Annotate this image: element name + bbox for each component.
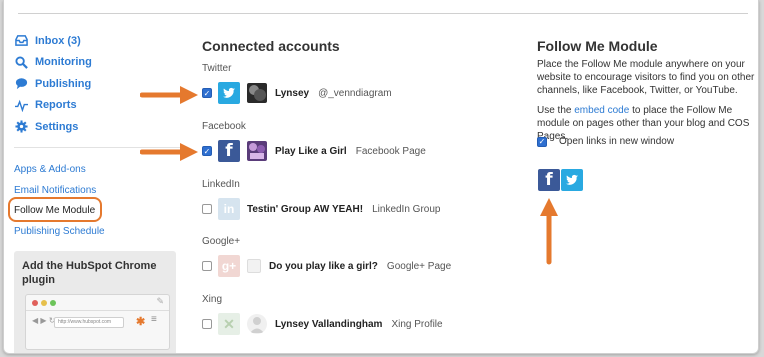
image-placeholder-icon <box>247 259 261 273</box>
account-row-googleplus: g+ Do you play like a girl? Google+ Page <box>202 254 451 278</box>
account-type: LinkedIn Group <box>372 203 441 215</box>
gear-icon <box>14 120 28 134</box>
account-checkbox[interactable]: ✓ <box>202 146 212 156</box>
avatar <box>247 141 267 161</box>
open-new-window-checkbox[interactable]: ✓ <box>537 136 547 147</box>
chrome-card-title: Add the HubSpot Chrome plugin <box>22 260 157 286</box>
minimize-dot <box>41 300 47 306</box>
google-plus-icon: g+ <box>218 255 240 277</box>
account-name: Do you play like a girl? <box>269 260 378 272</box>
twitter-icon <box>218 82 240 104</box>
facebook-icon: f <box>218 140 240 162</box>
account-checkbox[interactable] <box>202 204 212 214</box>
account-checkbox[interactable] <box>202 319 212 329</box>
network-label-facebook: Facebook <box>202 121 246 132</box>
browser-nav-arrows-icon: ◀ ▶ ↻ <box>32 316 56 325</box>
follow-me-description: Place the Follow Me module anywhere on y… <box>537 59 755 96</box>
linkedin-icon: in <box>218 198 240 220</box>
account-name: Play Like a Girl <box>275 145 347 157</box>
nav-item-monitoring[interactable]: Monitoring <box>14 52 92 74</box>
sidebar-nav: Inbox (3) Monitoring Publishing Reports … <box>14 30 92 138</box>
annotation-arrow-right-icon <box>140 143 198 161</box>
follow-me-title: Follow Me Module <box>537 38 658 54</box>
xing-icon: ✕ <box>218 313 240 335</box>
account-row-twitter: ✓ Lynsey @_venndiagram <box>202 81 392 105</box>
highlight-ring <box>8 197 102 222</box>
nav-label: Settings <box>35 120 79 133</box>
chrome-plugin-card[interactable]: Add the HubSpot Chrome plugin ✎ ◀ ▶ ↻ ht… <box>14 251 176 353</box>
inbox-icon <box>14 34 28 48</box>
nav-item-publishing[interactable]: Publishing <box>14 73 92 95</box>
account-type: Facebook Page <box>355 145 426 157</box>
open-new-window-option: ✓ Open links in new window <box>537 136 674 147</box>
network-label-twitter: Twitter <box>202 63 232 74</box>
nav-label: Publishing <box>35 77 92 90</box>
account-type: @_venndiagram <box>318 87 392 99</box>
app-frame: Inbox (3) Monitoring Publishing Reports … <box>3 0 759 354</box>
nav-item-reports[interactable]: Reports <box>14 95 92 117</box>
speech-bubble-icon <box>14 77 28 91</box>
network-label-linkedin: LinkedIn <box>202 179 240 190</box>
menu-icon: ≡ <box>151 314 157 325</box>
hubspot-sprocket-icon: ✱ <box>136 316 146 328</box>
connected-accounts-title: Connected accounts <box>202 38 340 54</box>
link-apps-addons[interactable]: Apps & Add-ons <box>14 163 105 184</box>
avatar <box>247 83 267 103</box>
annotation-arrow-right-icon <box>140 86 198 104</box>
account-type: Xing Profile <box>391 318 443 330</box>
search-icon <box>14 55 28 69</box>
twitter-icon[interactable] <box>561 169 583 191</box>
network-label-googleplus: Google+ <box>202 236 241 247</box>
follow-me-preview: f <box>538 169 584 191</box>
account-row-xing: ✕ Lynsey Vallandingham Xing Profile <box>202 312 443 336</box>
embed-prefix: Use the <box>537 105 575 116</box>
close-dot <box>32 300 38 306</box>
open-new-window-label: Open links in new window <box>559 136 675 147</box>
browser-preview: ✎ ◀ ▶ ↻ http://www.hubspot.com ✱ ≡ <box>25 294 170 350</box>
nav-item-inbox[interactable]: Inbox (3) <box>14 30 92 52</box>
maximize-dot <box>50 300 56 306</box>
avatar <box>247 314 267 334</box>
browser-titlebar: ✎ <box>26 295 169 311</box>
account-name: Testin' Group AW YEAH! <box>247 203 364 215</box>
account-row-linkedin: in Testin' Group AW YEAH! LinkedIn Group <box>202 197 440 221</box>
link-publishing-schedule[interactable]: Publishing Schedule <box>14 225 105 246</box>
nav-item-settings[interactable]: Settings <box>14 116 92 138</box>
pencil-icon: ✎ <box>156 296 164 306</box>
nav-label: Monitoring <box>35 56 92 69</box>
nav-label: Reports <box>35 99 77 112</box>
account-row-facebook: ✓ f Play Like a Girl Facebook Page <box>202 139 426 163</box>
embed-code-link[interactable]: embed code <box>574 105 629 116</box>
account-type: Google+ Page <box>386 260 452 272</box>
top-divider <box>18 13 748 14</box>
account-checkbox[interactable] <box>202 261 212 271</box>
network-label-xing: Xing <box>202 294 223 305</box>
account-name: Lynsey <box>275 87 310 99</box>
facebook-icon[interactable]: f <box>538 169 560 191</box>
pulse-icon <box>14 98 28 112</box>
account-checkbox[interactable]: ✓ <box>202 88 212 98</box>
browser-address-bar: http://www.hubspot.com <box>54 317 124 328</box>
annotation-arrow-up-icon <box>540 198 558 265</box>
account-name: Lynsey Vallandingham <box>275 318 383 330</box>
nav-label: Inbox (3) <box>35 34 81 47</box>
